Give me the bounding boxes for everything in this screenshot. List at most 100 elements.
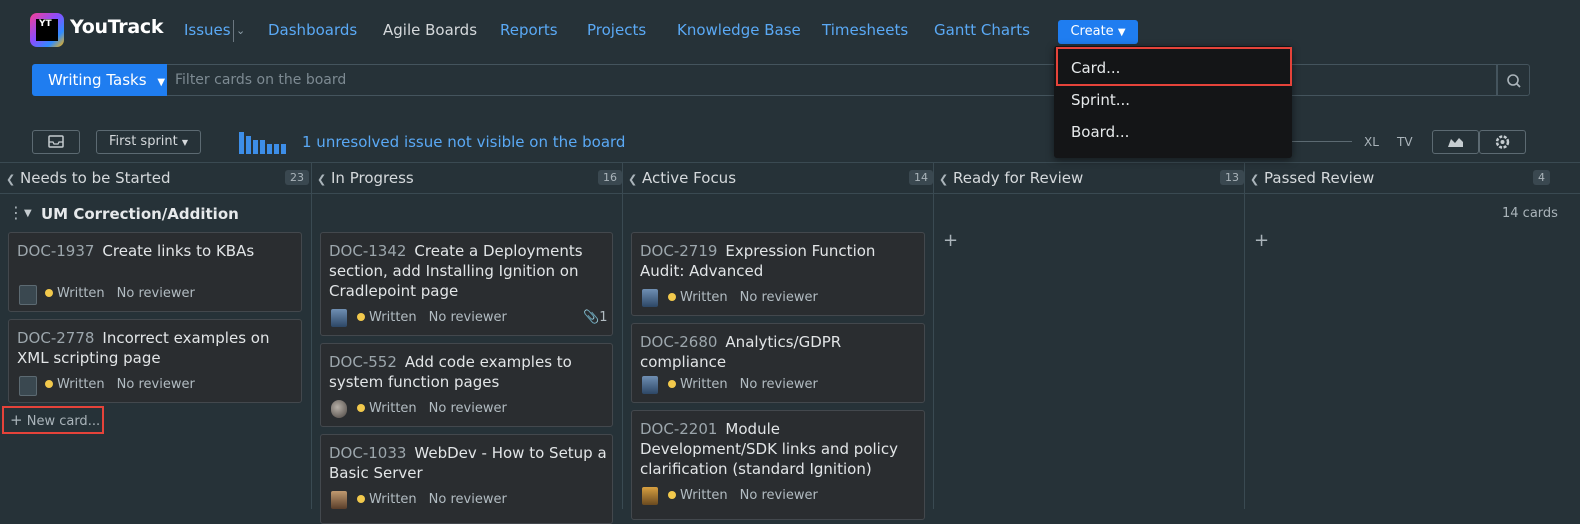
- card-id[interactable]: DOC-2201: [640, 420, 717, 438]
- nav-issues[interactable]: Issues: [184, 21, 231, 39]
- chevron-left-icon[interactable]: ❮: [317, 173, 326, 186]
- swimlane-menu-icon[interactable]: ⋮: [8, 204, 24, 222]
- status-dot: [668, 491, 676, 499]
- search-icon: [1507, 74, 1521, 88]
- menu-item-sprint[interactable]: Sprint...: [1071, 91, 1130, 109]
- column-header-ready-for-review[interactable]: ❮ Ready for Review: [939, 169, 1083, 187]
- swimlane-card-count: 14 cards: [1502, 206, 1558, 221]
- assignee-avatar[interactable]: [642, 376, 658, 394]
- board-overview-bars[interactable]: [239, 132, 288, 154]
- column-title: Needs to be Started: [20, 169, 171, 187]
- status-label[interactable]: Written: [57, 286, 105, 301]
- column-title: Active Focus: [642, 169, 737, 187]
- nav-reports[interactable]: Reports: [500, 21, 558, 39]
- assignee-avatar[interactable]: [331, 400, 347, 418]
- nav-timesheets[interactable]: Timesheets: [822, 21, 908, 39]
- reviewer-label[interactable]: No reviewer: [740, 290, 818, 305]
- column-header-active-focus[interactable]: ❮ Active Focus: [628, 169, 736, 187]
- nav-dashboards[interactable]: Dashboards: [268, 21, 357, 39]
- nav-agile-boards[interactable]: Agile Boards: [383, 21, 477, 39]
- board-settings-button[interactable]: [1479, 130, 1526, 154]
- nav-projects[interactable]: Projects: [587, 21, 646, 39]
- reviewer-label[interactable]: No reviewer: [117, 377, 195, 392]
- size-xl-label[interactable]: XL: [1364, 135, 1379, 149]
- menu-item-card[interactable]: Card...: [1071, 59, 1120, 77]
- card-id[interactable]: DOC-1342: [329, 242, 406, 260]
- assignee-avatar[interactable]: [642, 289, 658, 307]
- status-label[interactable]: Written: [680, 377, 728, 392]
- column-title: Passed Review: [1264, 169, 1375, 187]
- column-count: 4: [1533, 170, 1550, 185]
- status-label[interactable]: Written: [369, 401, 417, 416]
- chevron-down-icon[interactable]: ⌄: [236, 24, 245, 37]
- create-label: Create: [1070, 24, 1114, 39]
- card-doc-552[interactable]: DOC-552 Add code examples to system funct…: [320, 343, 613, 427]
- sprint-selector[interactable]: First sprint ▼: [96, 130, 201, 154]
- card-id[interactable]: DOC-2778: [17, 329, 94, 347]
- assignee-avatar[interactable]: [331, 491, 347, 509]
- status-dot: [668, 293, 676, 301]
- column-count: 16: [598, 170, 622, 185]
- chevron-left-icon[interactable]: ❮: [939, 173, 948, 186]
- size-tv-label[interactable]: TV: [1397, 135, 1413, 149]
- assignee-placeholder-icon[interactable]: [19, 376, 37, 396]
- swimlane-title[interactable]: UM Correction/Addition: [41, 205, 239, 223]
- search-button[interactable]: [1497, 64, 1530, 96]
- chevron-left-icon[interactable]: ❮: [6, 173, 15, 186]
- card-size-slider[interactable]: [1292, 141, 1352, 142]
- reviewer-label[interactable]: No reviewer: [740, 377, 818, 392]
- status-label[interactable]: Written: [57, 377, 105, 392]
- gear-icon: [1495, 135, 1510, 149]
- unresolved-issues-link[interactable]: 1 unresolved issue not visible on the bo…: [302, 133, 625, 151]
- chart-button[interactable]: [1432, 130, 1479, 154]
- burndown-chart-icon: [1448, 138, 1463, 147]
- nav-gantt-charts[interactable]: Gantt Charts: [934, 21, 1030, 39]
- card-doc-2680[interactable]: DOC-2680 Analytics/GDPR compliance Writte…: [631, 323, 925, 403]
- status-dot: [357, 313, 365, 321]
- status-label[interactable]: Written: [369, 492, 417, 507]
- app-name[interactable]: YouTrack: [70, 16, 163, 38]
- card-title[interactable]: Create links to KBAs: [102, 242, 254, 260]
- new-card-button[interactable]: + New card...: [2, 406, 104, 434]
- status-label[interactable]: Written: [680, 290, 728, 305]
- column-header-passed-review[interactable]: ❮ Passed Review: [1250, 169, 1374, 187]
- card-doc-2719[interactable]: DOC-2719 Expression Function Audit: Advan…: [631, 232, 925, 316]
- card-id[interactable]: DOC-1937: [17, 242, 94, 260]
- chevron-left-icon[interactable]: ❮: [628, 173, 637, 186]
- card-doc-1342[interactable]: DOC-1342 Create a Deployments section, ad…: [320, 232, 613, 336]
- assignee-avatar[interactable]: [331, 309, 347, 327]
- column-header-needs-to-be-started[interactable]: ❮ Needs to be Started: [6, 169, 171, 187]
- create-button[interactable]: Create ▼: [1058, 20, 1138, 44]
- reviewer-label[interactable]: No reviewer: [429, 492, 507, 507]
- backlog-button[interactable]: [32, 130, 80, 154]
- card-doc-1937[interactable]: DOC-1937 Create links to KBAs Written No r…: [8, 232, 302, 312]
- nav-knowledge-base[interactable]: Knowledge Base: [677, 21, 801, 39]
- chevron-left-icon[interactable]: ❮: [1250, 173, 1259, 186]
- filter-input[interactable]: [167, 64, 1497, 96]
- add-card-plus-icon[interactable]: +: [1254, 230, 1269, 251]
- youtrack-logo[interactable]: YT: [30, 13, 64, 47]
- card-doc-2201[interactable]: DOC-2201 Module Development/SDK links and…: [631, 410, 925, 520]
- column-header-in-progress[interactable]: ❮ In Progress: [317, 169, 414, 187]
- reviewer-label[interactable]: No reviewer: [740, 488, 818, 503]
- card-id[interactable]: DOC-552: [329, 353, 397, 371]
- menu-item-board[interactable]: Board...: [1071, 123, 1129, 141]
- status-label[interactable]: Written: [680, 488, 728, 503]
- card-id[interactable]: DOC-2719: [640, 242, 717, 260]
- add-card-plus-icon[interactable]: +: [943, 230, 958, 251]
- reviewer-label[interactable]: No reviewer: [117, 286, 195, 301]
- card-doc-2778[interactable]: DOC-2778 Incorrect examples on XML script…: [8, 319, 302, 403]
- assignee-placeholder-icon[interactable]: [19, 285, 37, 305]
- assignee-avatar[interactable]: [642, 487, 658, 505]
- chevron-down-icon: ▼: [157, 77, 166, 88]
- card-id[interactable]: DOC-2680: [640, 333, 717, 351]
- card-doc-1033[interactable]: DOC-1033 WebDev - How to Setup a Basic Se…: [320, 434, 613, 524]
- attachment-count[interactable]: 1: [599, 310, 607, 325]
- reviewer-label[interactable]: No reviewer: [429, 310, 507, 325]
- chevron-down-icon: ▼: [1117, 27, 1126, 38]
- status-label[interactable]: Written: [369, 310, 417, 325]
- collapse-chevron-icon[interactable]: ▼: [24, 208, 32, 219]
- card-id[interactable]: DOC-1033: [329, 444, 406, 462]
- reviewer-label[interactable]: No reviewer: [429, 401, 507, 416]
- board-selector[interactable]: Writing Tasks ▼: [32, 64, 167, 96]
